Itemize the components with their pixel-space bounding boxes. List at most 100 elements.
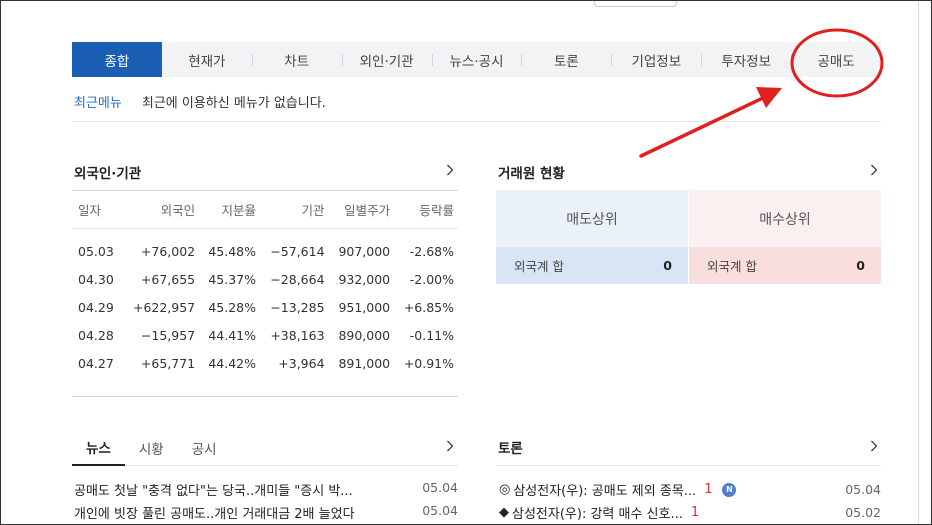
cell-change: +6.85%: [403, 300, 454, 315]
sell-row-value: 0: [663, 258, 672, 273]
chevron-right-icon[interactable]: [443, 163, 457, 177]
cell-change: -2.00%: [409, 272, 454, 287]
cell-date: 04.27: [78, 356, 114, 371]
table-header-row: 일자 외국인 지분율 기관 일별주가 등락률: [72, 190, 458, 229]
buy-top-column: 매수상위 외국계 합 0: [689, 190, 881, 284]
cell-ratio: 45.48%: [208, 244, 256, 259]
cell-foreign: +622,957: [132, 300, 196, 315]
buy-foreign-total-row: 외국계 합 0: [689, 247, 881, 284]
cell-ratio: 45.37%: [208, 272, 256, 287]
sell-top-label: 매도상위: [496, 190, 688, 247]
discussion-section-title: 토론: [498, 441, 523, 457]
buy-row-label: 외국계 합: [707, 259, 757, 274]
buy-top-label: 매수상위: [689, 190, 881, 247]
divider: [496, 465, 881, 466]
pointer-arrow-shaft: [639, 95, 767, 158]
top-edge-control: [594, 0, 677, 7]
cell-institution: −13,285: [270, 300, 325, 315]
tab-news-disclosure[interactable]: 뉴스·공시: [431, 42, 522, 77]
tab-discussion[interactable]: 토론: [521, 42, 611, 77]
buy-row-value: 0: [856, 258, 865, 273]
table-row: 04.28 −15,957 44.41% +38,163 890,000 -0.…: [72, 322, 458, 350]
cell-institution: −57,614: [270, 244, 325, 259]
discussion-title[interactable]: 삼성전자(우): 공매도 제외 종목...: [513, 480, 696, 499]
news-item[interactable]: 개인에 빗장 풀린 공매도..개인 거래대금 2배 늘었다 05.04: [74, 503, 458, 522]
news-date: 05.04: [422, 503, 458, 518]
cell-price: 907,000: [338, 244, 391, 259]
cell-ratio: 44.41%: [208, 328, 256, 343]
bullet: ◎: [499, 482, 511, 497]
recent-menu-label[interactable]: 최근메뉴: [74, 92, 122, 111]
chevron-right-icon[interactable]: [443, 439, 457, 453]
tab-short-selling[interactable]: 공매도: [791, 42, 881, 77]
news-title[interactable]: 개인에 빗장 풀린 공매도..개인 거래대금 2배 늘었다: [74, 503, 355, 522]
cell-price: 891,000: [338, 356, 391, 371]
chevron-right-icon[interactable]: [867, 163, 881, 177]
pointer-arrow-head: [756, 87, 782, 108]
table-bottom-border: [72, 396, 458, 397]
news-date: 05.04: [422, 480, 458, 495]
table-row: 05.03 +76,002 45.48% −57,614 907,000 -2.…: [72, 238, 458, 266]
sell-foreign-total-row: 외국계 합 0: [496, 247, 688, 284]
cell-foreign: −15,957: [140, 328, 196, 343]
cell-institution: +3,964: [278, 356, 325, 371]
discussion-date: 05.04: [845, 482, 881, 497]
col-date: 일자: [72, 190, 122, 229]
right-scroll-divider: [918, 0, 919, 525]
cell-change: -0.11%: [409, 328, 454, 343]
cell-ratio: 45.28%: [208, 300, 256, 315]
foreign-section-title: 외국인·기관: [74, 166, 142, 182]
tab-overview[interactable]: 종합: [72, 42, 162, 77]
cell-foreign: +65,771: [140, 356, 196, 371]
col-foreign: 외국인: [121, 190, 200, 229]
broker-section-title: 거래원 현황: [498, 166, 565, 182]
new-badge-icon: N: [722, 482, 737, 497]
col-holding-ratio: 지분율: [199, 190, 260, 229]
cell-price: 951,000: [338, 300, 391, 315]
cell-date: 05.03: [78, 244, 114, 259]
discussion-date: 05.02: [845, 505, 881, 520]
broker-panel: 매도상위 외국계 합 0 매수상위 외국계 합 0: [496, 190, 881, 284]
col-change-rate: 등락률: [394, 190, 458, 229]
cell-price: 890,000: [338, 328, 391, 343]
news-title[interactable]: 공매도 첫날 "충격 없다"는 당국..개미들 "증시 박...: [74, 480, 353, 499]
comment-count: 1: [690, 505, 700, 520]
cell-change: -2.68%: [409, 244, 454, 259]
comment-count: 1: [704, 482, 713, 497]
cell-foreign: +76,002: [140, 244, 196, 259]
table-row: 04.29 +622,957 45.28% −13,285 951,000 +6…: [72, 294, 458, 322]
recent-menu-bar: 최근메뉴 최근에 이용하신 메뉴가 없습니다.: [74, 92, 326, 111]
col-institution: 기관: [259, 190, 329, 229]
divider: [72, 121, 881, 122]
sell-row-label: 외국계 합: [514, 259, 564, 274]
cell-price: 932,000: [338, 272, 391, 287]
cell-institution: −28,664: [270, 272, 325, 287]
sell-top-column: 매도상위 외국계 합 0: [496, 190, 688, 284]
cell-date: 04.28: [78, 328, 114, 343]
cell-ratio: 44.42%: [208, 356, 256, 371]
tab-market[interactable]: 시황: [125, 430, 178, 465]
table-row: 04.30 +67,655 45.37% −28,664 932,000 -2.…: [72, 266, 458, 294]
foreign-institution-table: 일자 외국인 지분율 기관 일별주가 등락률 05.03 +76,002 45.…: [72, 190, 458, 378]
news-item[interactable]: 공매도 첫날 "충격 없다"는 당국..개미들 "증시 박... 05.04: [74, 480, 458, 499]
tab-investment-info[interactable]: 투자정보: [701, 42, 791, 77]
discussion-title[interactable]: 삼성전자(우): 강력 매수 신호...: [512, 503, 683, 522]
tab-current-price[interactable]: 현재가: [162, 42, 252, 77]
discussion-item[interactable]: ◎ 삼성전자(우): 공매도 제외 종목... 1 N 05.04: [499, 480, 881, 499]
main-tab-bar: 종합 현재가 차트 외인·기관 뉴스·공시 토론 기업정보 투자정보 공매도: [72, 42, 881, 77]
tab-foreign-institution[interactable]: 외인·기관: [341, 42, 432, 77]
news-tab-bar: 뉴스 시황 공시: [72, 430, 458, 466]
table-row: 04.27 +65,771 44.42% +3,964 891,000 +0.9…: [72, 350, 458, 378]
cell-date: 04.30: [78, 272, 114, 287]
cell-change: +0.91%: [403, 356, 454, 371]
discussion-item[interactable]: ◆ 삼성전자(우): 강력 매수 신호... 1 05.02: [499, 503, 881, 522]
tab-company-info[interactable]: 기업정보: [611, 42, 701, 77]
chevron-right-icon[interactable]: [867, 439, 881, 453]
bullet: ◆: [499, 505, 509, 520]
cell-date: 04.29: [78, 300, 114, 315]
tab-disclosure[interactable]: 공시: [178, 430, 231, 465]
cell-foreign: +67,655: [140, 272, 196, 287]
tab-chart[interactable]: 차트: [251, 42, 342, 77]
tab-news[interactable]: 뉴스: [72, 430, 125, 466]
recent-menu-message: 최근에 이용하신 메뉴가 없습니다.: [141, 96, 326, 111]
